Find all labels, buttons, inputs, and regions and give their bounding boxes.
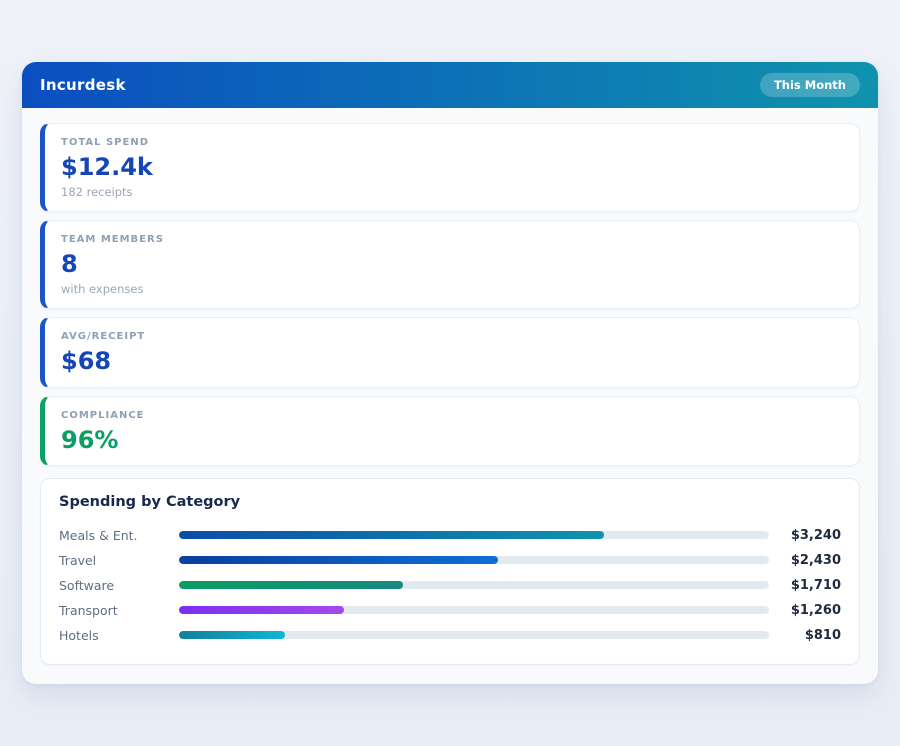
app-card: Incurdesk This Month TOTAL SPEND $12.4k … (22, 62, 878, 684)
chart-row: Meals & Ent. $3,240 (59, 523, 841, 548)
value-label: $2,430 (769, 553, 841, 568)
value-label: $1,710 (769, 578, 841, 593)
stat-card: TEAM MEMBERS 8 with expenses (40, 220, 860, 309)
stats-list: TOTAL SPEND $12.4k 182 receipts TEAM MEM… (40, 123, 860, 466)
stat-label: TEAM MEMBERS (61, 234, 843, 245)
category-label: Transport (59, 603, 179, 618)
stat-value: 8 (61, 252, 843, 277)
bar-track (179, 606, 769, 614)
bar-fill (179, 631, 285, 639)
stat-card: TOTAL SPEND $12.4k 182 receipts (40, 123, 860, 212)
stat-card: AVG/RECEIPT $68 (40, 317, 860, 387)
stat-label: COMPLIANCE (61, 410, 843, 421)
page-background: Incurdesk This Month TOTAL SPEND $12.4k … (0, 0, 900, 746)
stat-value: $12.4k (61, 155, 843, 180)
bar-track (179, 631, 769, 639)
chart-rows: Meals & Ent. $3,240 Travel $2,430 Softwa… (59, 523, 841, 648)
value-label: $3,240 (769, 528, 841, 543)
chart-card: Spending by Category Meals & Ent. $3,240… (40, 478, 860, 665)
stat-subtitle: 182 receipts (61, 185, 843, 199)
chart-title: Spending by Category (59, 494, 841, 510)
stat-value: 96% (61, 428, 843, 453)
stat-value: $68 (61, 349, 843, 374)
chart-row: Software $1,710 (59, 573, 841, 598)
chart-row: Transport $1,260 (59, 598, 841, 623)
value-label: $1,260 (769, 603, 841, 618)
stat-label: AVG/RECEIPT (61, 331, 843, 342)
bar-fill (179, 606, 344, 614)
stat-label: TOTAL SPEND (61, 137, 843, 148)
app-title: Incurdesk (40, 76, 126, 94)
bar-track (179, 531, 769, 539)
stat-card: COMPLIANCE 96% (40, 396, 860, 466)
bar-fill (179, 531, 604, 539)
app-content: TOTAL SPEND $12.4k 182 receipts TEAM MEM… (22, 108, 878, 683)
bar-fill (179, 581, 403, 589)
chart-row: Hotels $810 (59, 623, 841, 648)
chart-row: Travel $2,430 (59, 548, 841, 573)
bar-fill (179, 556, 498, 564)
value-label: $810 (769, 628, 841, 643)
category-label: Hotels (59, 628, 179, 643)
bar-track (179, 556, 769, 564)
period-badge[interactable]: This Month (760, 73, 860, 97)
category-label: Software (59, 578, 179, 593)
app-header: Incurdesk This Month (22, 62, 878, 108)
bar-track (179, 581, 769, 589)
category-label: Travel (59, 553, 179, 568)
category-label: Meals & Ent. (59, 528, 179, 543)
stat-subtitle: with expenses (61, 282, 843, 296)
